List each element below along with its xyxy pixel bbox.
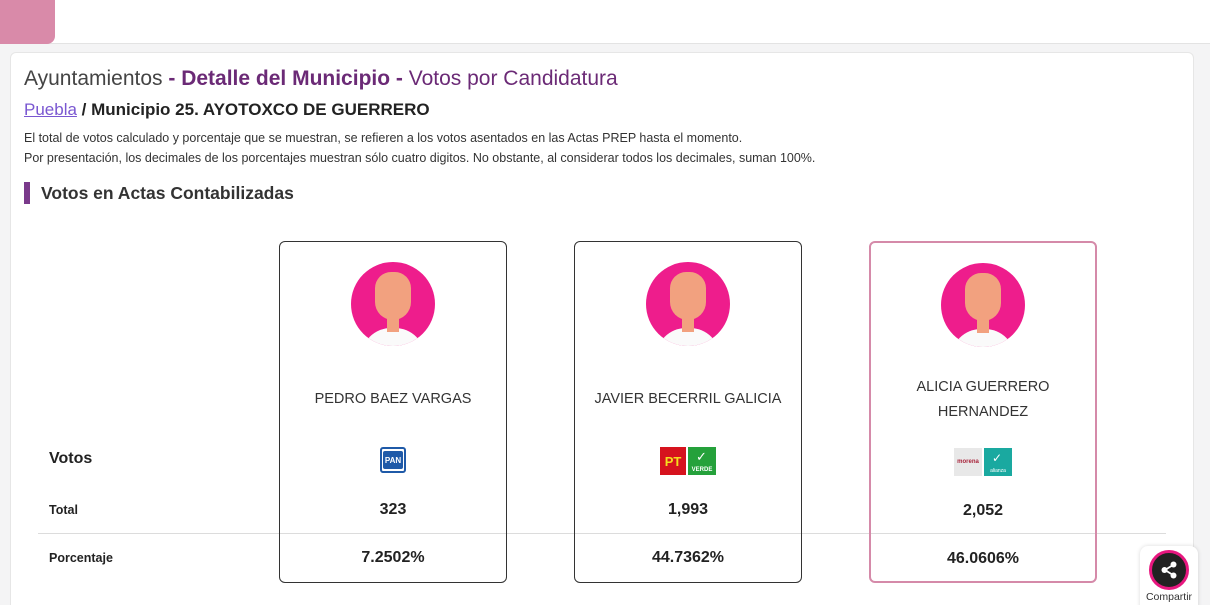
- party-logo-pt: PT: [660, 447, 686, 475]
- section-header: Votos en Actas Contabilizadas: [24, 182, 294, 204]
- party-logo-verde: ✓ VERDE: [688, 447, 716, 475]
- page-title: Ayuntamientos - Detalle del Municipio - …: [24, 67, 618, 90]
- candidate-avatar-icon: [941, 263, 1025, 347]
- breadcrumb-municipio: Municipio 25. AYOTOXCO DE GUERRERO: [91, 100, 430, 119]
- breadcrumb: Puebla / Municipio 25. AYOTOXCO DE GUERR…: [24, 100, 430, 119]
- menu-tab[interactable]: [0, 0, 55, 44]
- candidate-total: 2,052: [962, 502, 1004, 519]
- party-logos-pt-verde: PT ✓ VERDE: [660, 447, 716, 475]
- candidate-total: 1,993: [667, 501, 709, 518]
- candidate-percent: 46.0606%: [946, 550, 1020, 567]
- candidate-card-1[interactable]: PEDRO BAEZ VARGAS PAN 323 7.2502%: [279, 241, 507, 583]
- share-widget: Compartir: [1140, 546, 1198, 605]
- row-label-votos: Votos: [49, 450, 93, 467]
- candidate-name: ALICIA GUERRERO HERNANDEZ: [916, 379, 1050, 420]
- candidate-avatar-icon: [646, 262, 730, 346]
- candidate-card-2[interactable]: JAVIER BECERRIL GALICIA PT ✓ VERDE 1,993 …: [574, 241, 802, 583]
- info-note-2: Por presentación, los decimales de los p…: [24, 151, 816, 165]
- top-bar: [0, 0, 1210, 44]
- breadcrumb-link-puebla[interactable]: Puebla: [24, 100, 77, 119]
- share-label: Compartir: [1145, 591, 1193, 603]
- candidate-percent: 44.7362%: [651, 549, 725, 566]
- share-button[interactable]: [1149, 550, 1189, 590]
- title-sub: Votos por Candidatura: [408, 67, 618, 90]
- share-icon: [1161, 561, 1177, 579]
- title-prefix: Ayuntamientos: [24, 67, 163, 90]
- candidate-percent: 7.2502%: [361, 549, 425, 566]
- info-note-1: El total de votos calculado y porcentaje…: [24, 131, 743, 145]
- title-strong: Detalle del Municipio: [181, 67, 391, 90]
- candidate-name: JAVIER BECERRIL GALICIA: [594, 391, 782, 407]
- candidate-card-3[interactable]: ALICIA GUERRERO HERNANDEZ morena ✓ alianz…: [869, 241, 1097, 583]
- row-label-total: Total: [49, 503, 78, 517]
- candidate-name: PEDRO BAEZ VARGAS: [314, 391, 472, 407]
- section-title: Votos en Actas Contabilizadas: [41, 182, 294, 203]
- party-logo-alianza: ✓ alianza: [984, 448, 1012, 476]
- party-logo-morena: morena: [954, 448, 982, 476]
- party-logo-pan: PAN: [380, 447, 406, 473]
- candidate-avatar-icon: [351, 262, 435, 346]
- row-label-porcentaje: Porcentaje: [49, 551, 113, 565]
- candidate-total: 323: [379, 501, 407, 518]
- party-logos-morena-alianza: morena ✓ alianza: [954, 448, 1012, 476]
- section-accent-bar: [24, 182, 30, 204]
